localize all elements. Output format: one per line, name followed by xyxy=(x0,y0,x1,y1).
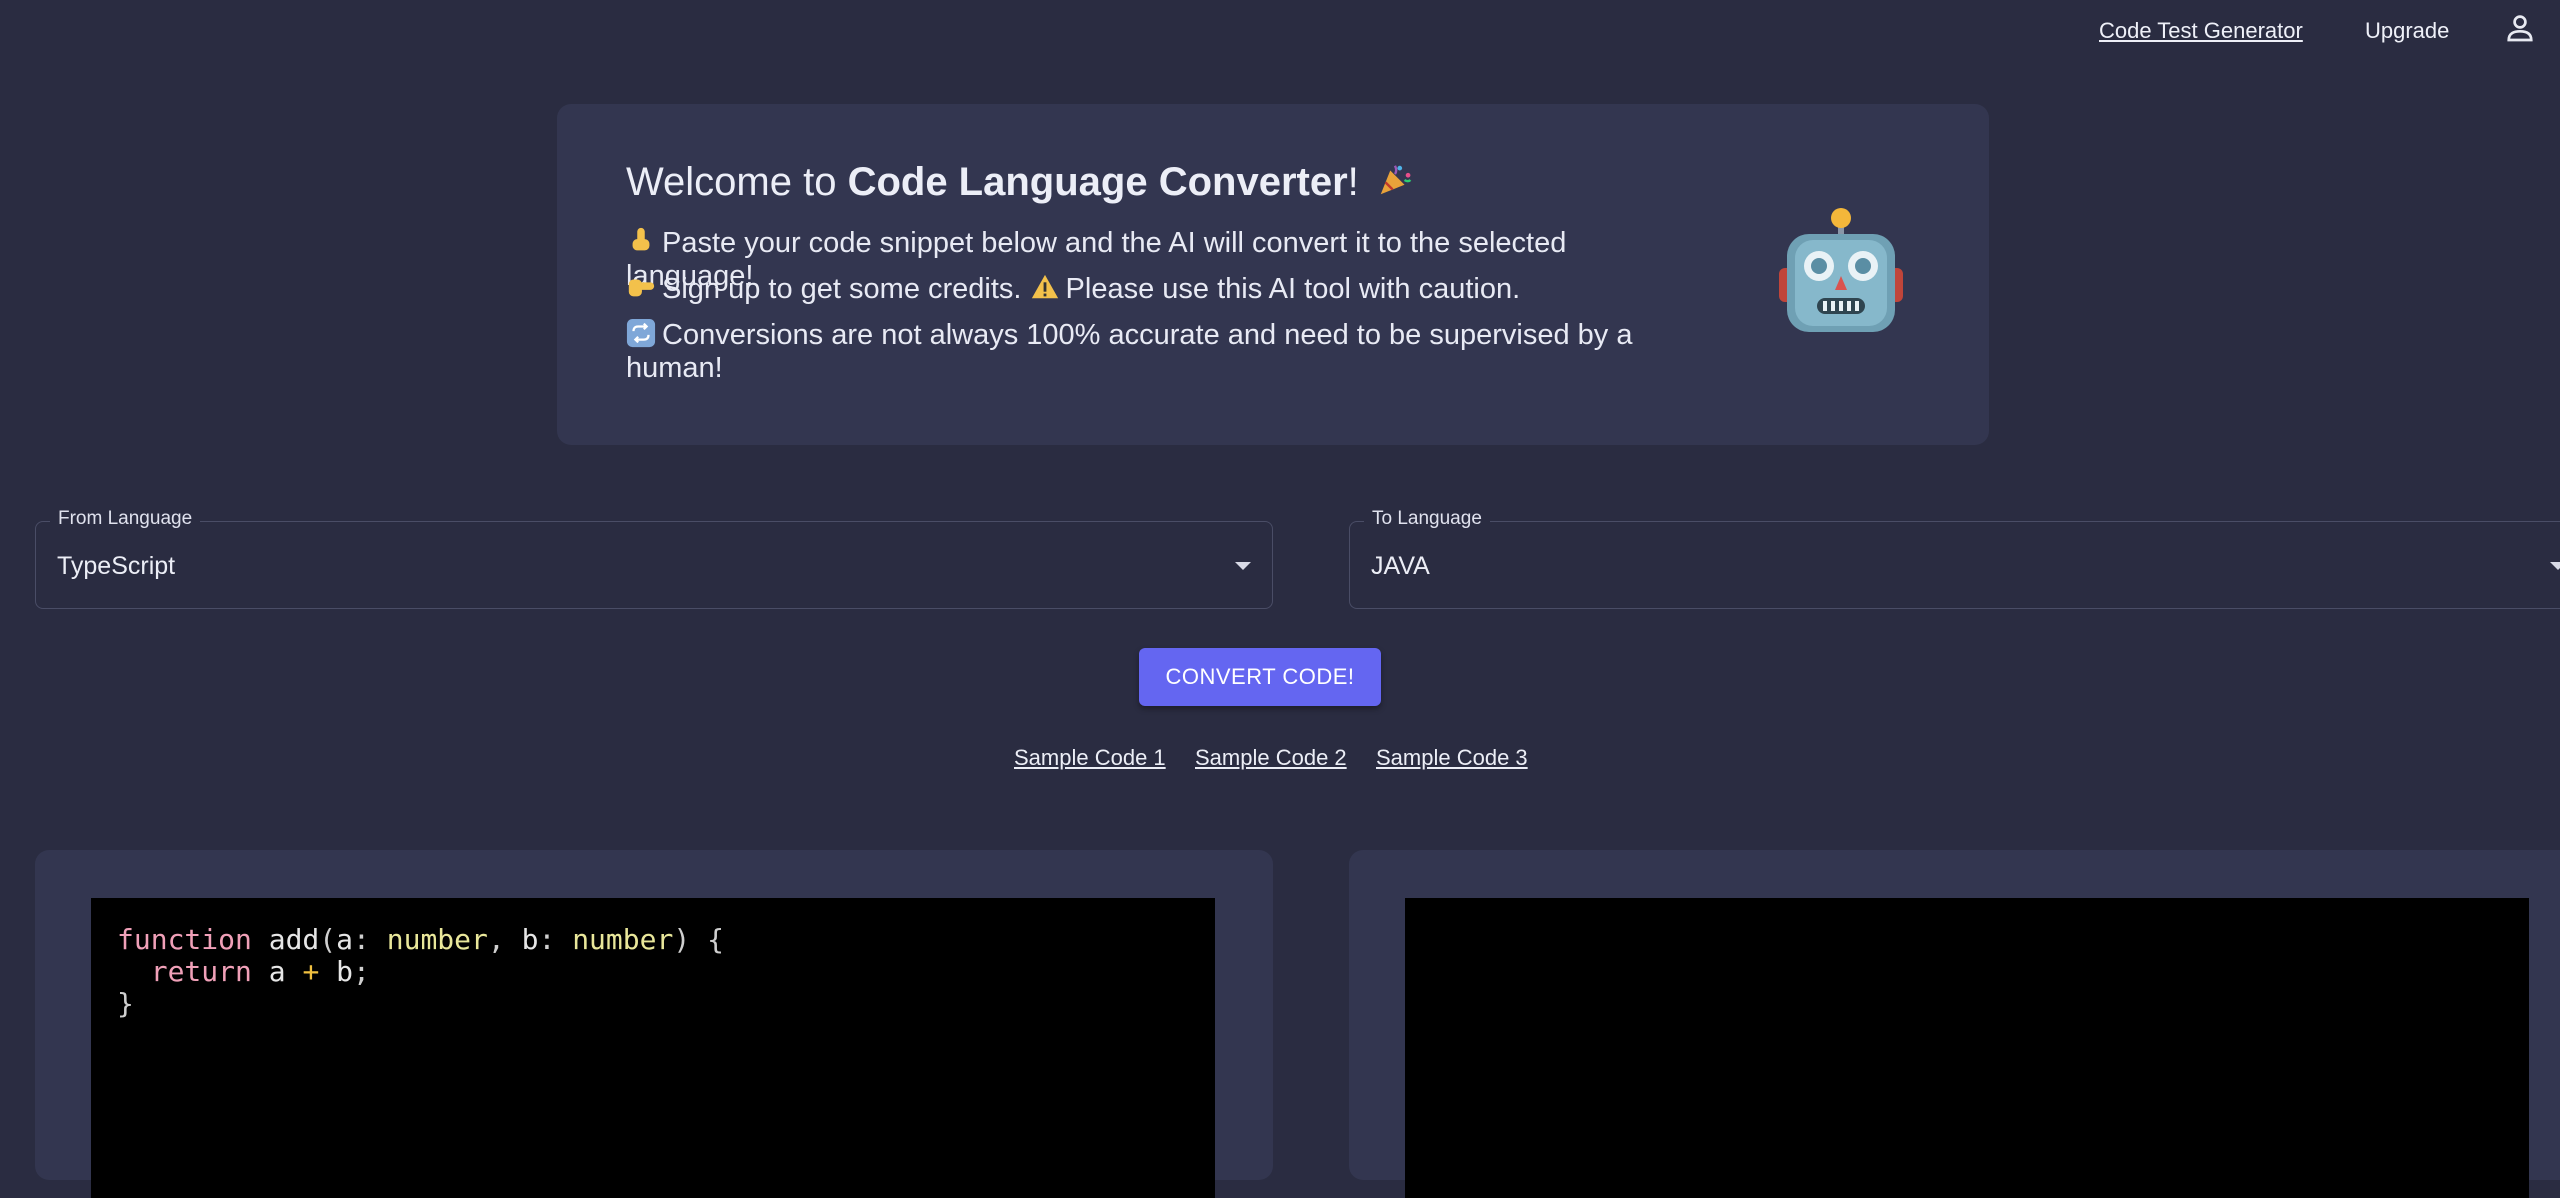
party-popper-icon xyxy=(1380,165,1412,195)
top-nav: Code Test Generator Upgrade xyxy=(0,0,2560,64)
sample-code-3-link[interactable]: Sample Code 3 xyxy=(1376,745,1528,771)
sample-code-2-link[interactable]: Sample Code 2 xyxy=(1195,745,1347,771)
to-language-value: JAVA xyxy=(1371,552,1430,580)
welcome-title: Welcome to Code Language Converter! xyxy=(626,160,1420,205)
output-code-editor[interactable] xyxy=(1405,898,2529,1198)
from-language-label: From Language xyxy=(50,508,201,530)
to-language-label: To Language xyxy=(1364,508,1490,530)
chevron-down-icon[interactable] xyxy=(1235,562,1251,570)
from-language-value: TypeScript xyxy=(57,552,176,580)
to-language-select[interactable]: To Language JAVA xyxy=(1349,508,2560,609)
input-code-text[interactable]: function add(a: number, b: number) { ret… xyxy=(117,924,724,1020)
robot-icon xyxy=(1779,208,1903,332)
welcome-card: Welcome to Code Language Converter! Past… xyxy=(557,104,1989,445)
input-code-editor[interactable]: function add(a: number, b: number) { ret… xyxy=(91,898,1215,1198)
input-code-panel: function add(a: number, b: number) { ret… xyxy=(35,850,1273,1198)
output-code-panel xyxy=(1349,850,2560,1198)
sample-code-1-link[interactable]: Sample Code 1 xyxy=(1014,745,1166,771)
chevron-down-icon[interactable] xyxy=(2550,562,2560,570)
welcome-line-3: Conversions are not always 100% accurate… xyxy=(626,318,1633,384)
pointing-right-icon xyxy=(628,279,655,297)
upgrade-link[interactable]: Upgrade xyxy=(2365,18,2449,44)
warning-icon xyxy=(1031,274,1058,299)
from-language-select[interactable]: From Language TypeScript xyxy=(35,508,1273,609)
code-test-generator-link[interactable]: Code Test Generator xyxy=(2099,18,2303,44)
repeat-icon xyxy=(626,318,656,348)
pointing-down-icon xyxy=(632,227,650,251)
convert-code-button[interactable]: CONVERT CODE! xyxy=(1139,648,1381,706)
welcome-line-2: Sign up to get some credits. Please use … xyxy=(626,272,1686,306)
user-icon[interactable] xyxy=(2502,10,2538,46)
